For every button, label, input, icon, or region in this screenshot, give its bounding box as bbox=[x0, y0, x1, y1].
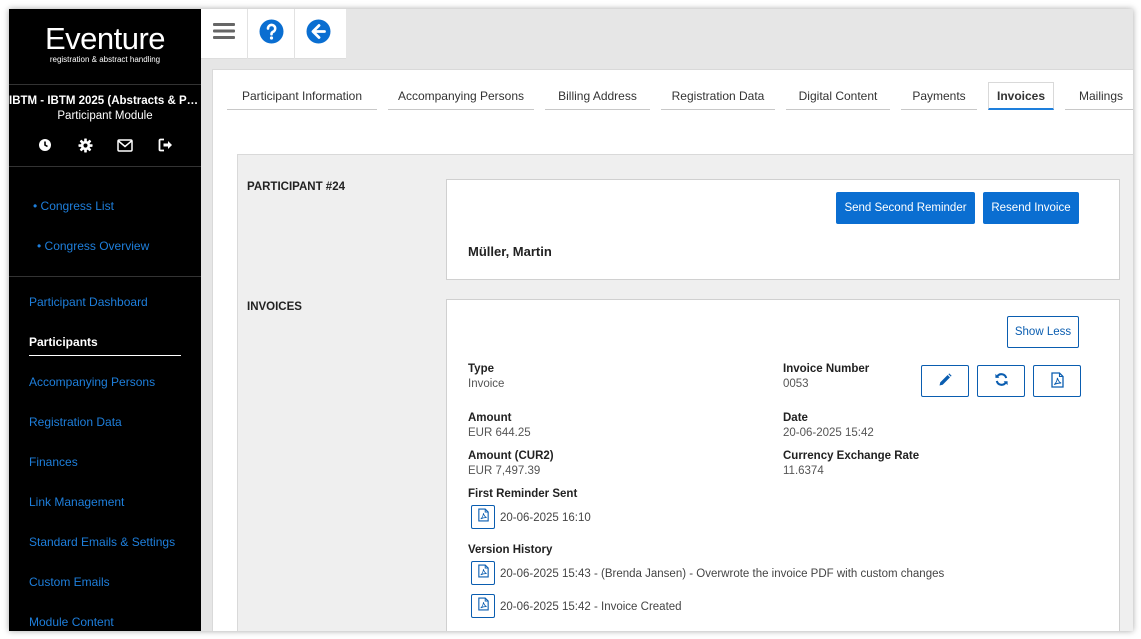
sign-out-icon[interactable] bbox=[156, 136, 174, 154]
type-value: Invoice bbox=[468, 378, 505, 390]
exchange-rate-value: 11.6374 bbox=[783, 465, 824, 477]
tab-payments[interactable]: Payments bbox=[901, 86, 977, 110]
version-pdf-button[interactable] bbox=[471, 594, 495, 618]
tab-mailings[interactable]: Mailings bbox=[1065, 86, 1133, 110]
version-history-entry: 20-06-2025 15:43 - (Brenda Jansen) - Ove… bbox=[500, 568, 945, 580]
regenerate-invoice-button[interactable] bbox=[977, 365, 1025, 397]
sidebar-divider bbox=[9, 276, 201, 277]
menu-button[interactable] bbox=[201, 9, 248, 59]
invoice-number-label: Invoice Number bbox=[783, 363, 870, 375]
amount-label: Amount bbox=[468, 412, 512, 424]
help-icon bbox=[259, 19, 284, 49]
tab-accompanying-persons[interactable]: Accompanying Persons bbox=[388, 86, 534, 110]
active-item-underline bbox=[29, 355, 181, 356]
gear-icon[interactable] bbox=[76, 136, 94, 154]
date-value: 20-06-2025 15:42 bbox=[783, 427, 874, 439]
sidebar-link-congress-list[interactable]: • Congress List bbox=[33, 199, 114, 213]
sidebar-divider bbox=[9, 166, 201, 167]
participant-name: Müller, Martin bbox=[468, 244, 552, 259]
invoice-card: Show Less Type Invoice Invoice Number 00… bbox=[446, 299, 1120, 631]
sidebar-link-congress-overview[interactable]: • Congress Overview bbox=[37, 239, 149, 253]
pdf-icon bbox=[477, 564, 489, 583]
logo-text: Eventure bbox=[44, 21, 166, 56]
congress-title: IBTM - IBTM 2025 (Abstracts & Par... bbox=[9, 95, 201, 107]
version-history-entry: 20-06-2025 15:42 - Invoice Created bbox=[500, 601, 682, 613]
first-reminder-pdf-button[interactable] bbox=[471, 505, 495, 529]
tab-billing-address[interactable]: Billing Address bbox=[545, 86, 650, 110]
envelope-icon[interactable] bbox=[116, 136, 134, 154]
version-pdf-button[interactable] bbox=[471, 561, 495, 585]
top-toolbar bbox=[201, 9, 346, 59]
resend-invoice-button[interactable]: Resend Invoice bbox=[983, 192, 1079, 224]
exchange-rate-label: Currency Exchange Rate bbox=[783, 450, 920, 462]
sidebar: Eventure registration & abstract handlin… bbox=[9, 9, 201, 631]
date-label: Date bbox=[783, 412, 808, 424]
main-content: Participant Information Accompanying Per… bbox=[212, 69, 1133, 631]
tab-bar: Participant Information Accompanying Per… bbox=[213, 70, 1133, 120]
sidebar-item-module-content[interactable]: Module Content bbox=[29, 615, 114, 629]
help-button[interactable] bbox=[248, 9, 295, 59]
amount-cur2-label: Amount (CUR2) bbox=[468, 450, 554, 462]
sidebar-item-participant-dashboard[interactable]: Participant Dashboard bbox=[29, 295, 148, 309]
pdf-icon bbox=[477, 597, 489, 616]
back-button[interactable] bbox=[295, 9, 342, 59]
pdf-icon bbox=[477, 508, 489, 527]
sidebar-item-standard-emails[interactable]: Standard Emails & Settings bbox=[29, 535, 175, 549]
tab-panel: PARTICIPANT #24 Send Second Reminder Res… bbox=[237, 154, 1133, 631]
menu-icon bbox=[213, 22, 235, 45]
edit-invoice-button[interactable] bbox=[921, 365, 969, 397]
send-second-reminder-button[interactable]: Send Second Reminder bbox=[836, 192, 975, 224]
download-pdf-button[interactable] bbox=[1033, 365, 1081, 397]
clock-icon[interactable] bbox=[36, 136, 54, 154]
sidebar-item-accompanying-persons[interactable]: Accompanying Persons bbox=[29, 375, 155, 389]
show-less-button[interactable]: Show Less bbox=[1007, 316, 1079, 348]
sidebar-item-finances[interactable]: Finances bbox=[29, 455, 78, 469]
version-history-label: Version History bbox=[468, 544, 553, 556]
app-window: Eventure registration & abstract handlin… bbox=[9, 9, 1133, 631]
logo-tagline: registration & abstract handling bbox=[49, 55, 161, 64]
amount-value: EUR 644.25 bbox=[468, 427, 531, 439]
type-label: Type bbox=[468, 363, 494, 375]
invoices-section-label: INVOICES bbox=[247, 301, 302, 313]
sidebar-icon-bar bbox=[9, 136, 201, 158]
sidebar-item-link-management[interactable]: Link Management bbox=[29, 495, 124, 509]
first-reminder-value: 20-06-2025 16:10 bbox=[500, 512, 591, 524]
tab-invoices[interactable]: Invoices bbox=[988, 82, 1054, 110]
participant-section-label: PARTICIPANT #24 bbox=[247, 181, 345, 193]
back-arrow-icon bbox=[306, 19, 331, 49]
pencil-icon bbox=[938, 372, 952, 390]
tab-registration-data[interactable]: Registration Data bbox=[661, 86, 775, 110]
tab-participant-information[interactable]: Participant Information bbox=[227, 86, 377, 110]
sidebar-item-custom-emails[interactable]: Custom Emails bbox=[29, 575, 110, 589]
logo: Eventure registration & abstract handlin… bbox=[9, 9, 201, 84]
invoice-number-value: 0053 bbox=[783, 378, 809, 390]
refresh-icon bbox=[994, 372, 1009, 390]
pdf-icon bbox=[1050, 371, 1064, 391]
sidebar-item-registration-data[interactable]: Registration Data bbox=[29, 415, 122, 429]
module-name: Participant Module bbox=[57, 110, 153, 122]
sidebar-item-participants[interactable]: Participants bbox=[29, 335, 98, 349]
first-reminder-label: First Reminder Sent bbox=[468, 488, 578, 500]
amount-cur2-value: EUR 7,497.39 bbox=[468, 465, 541, 477]
tab-digital-content[interactable]: Digital Content bbox=[786, 86, 890, 110]
participant-card: Send Second Reminder Resend Invoice Müll… bbox=[446, 179, 1120, 280]
